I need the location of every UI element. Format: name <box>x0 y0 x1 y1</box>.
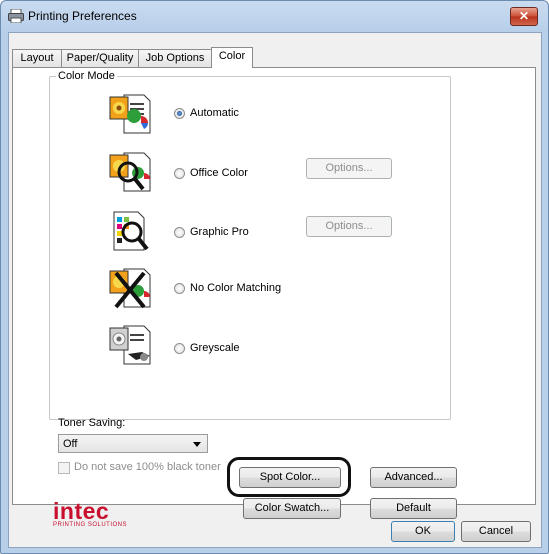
tab-color[interactable]: Color <box>211 47 253 68</box>
logo-tagline: PRINTING SOLUTIONS <box>53 522 128 528</box>
tab-layout[interactable]: Layout <box>12 49 62 67</box>
greyscale-label: Greyscale <box>190 342 240 354</box>
title-bar[interactable]: Printing Preferences ✕ <box>1 1 548 31</box>
greyscale-radio[interactable] <box>174 343 185 354</box>
graphic-pro-icon <box>113 211 149 251</box>
advanced-button[interactable]: Advanced... <box>370 467 457 488</box>
no-color-matching-label: No Color Matching <box>190 282 282 294</box>
toner-saving-value: Off <box>63 438 78 450</box>
close-button[interactable]: ✕ <box>510 7 538 26</box>
window-title: Printing Preferences <box>28 9 137 23</box>
save-black-toner-label: Do not save 100% black toner <box>74 461 221 473</box>
save-black-toner-checkbox[interactable] <box>58 462 70 474</box>
office-color-icon <box>109 152 151 192</box>
no-color-matching-radio[interactable] <box>174 283 185 294</box>
default-button[interactable]: Default <box>370 498 457 519</box>
office-color-radio[interactable] <box>174 168 185 179</box>
graphic-pro-label: Graphic Pro <box>190 226 249 238</box>
automatic-color-icon <box>109 94 151 134</box>
tab-job-options[interactable]: Job Options <box>138 49 212 67</box>
spot-color-highlight-ring <box>227 457 351 497</box>
color-tab-panel: Color Mode Automatic Office Color Option… <box>12 67 536 528</box>
chevron-down-icon <box>193 442 201 447</box>
no-color-matching-icon <box>109 268 151 309</box>
office-color-label: Office Color <box>190 167 248 179</box>
color-mode-label: Color Mode <box>56 70 117 82</box>
graphic-pro-radio[interactable] <box>174 227 185 238</box>
greyscale-icon <box>109 325 151 365</box>
toner-saving-label: Toner Saving: <box>58 417 126 429</box>
ok-button[interactable]: OK <box>391 521 455 542</box>
dialog-client-area: Layout Paper/Quality Job Options Color C… <box>8 32 542 548</box>
printer-icon <box>8 9 24 23</box>
automatic-label: Automatic <box>190 107 239 119</box>
toner-saving-dropdown[interactable]: Off <box>58 434 208 453</box>
intec-logo: intec PRINTING SOLUTIONS <box>53 498 128 529</box>
color-swatch-button[interactable]: Color Swatch... <box>243 498 341 519</box>
office-color-options-button[interactable]: Options... <box>306 158 392 179</box>
color-mode-group: Color Mode Automatic Office Color Option… <box>49 70 451 420</box>
tab-paper-quality[interactable]: Paper/Quality <box>61 49 139 67</box>
printing-preferences-window: Printing Preferences ✕ Layout Paper/Qual… <box>0 0 549 554</box>
logo-wordmark: intec <box>53 498 110 524</box>
graphic-pro-options-button[interactable]: Options... <box>306 216 392 237</box>
automatic-radio[interactable] <box>174 108 185 119</box>
cancel-button[interactable]: Cancel <box>461 521 531 542</box>
